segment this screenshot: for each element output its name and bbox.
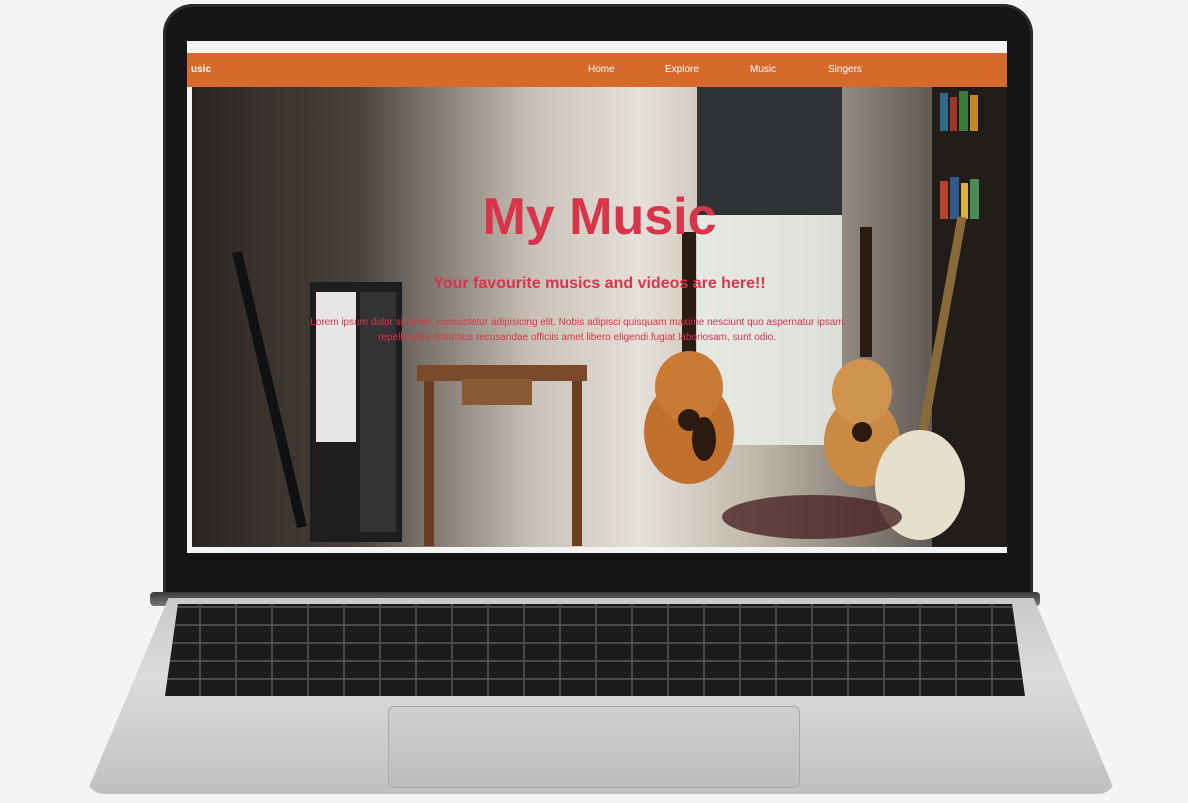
laptop-trackpad[interactable] (388, 706, 800, 788)
nav-item-explore[interactable]: Explore (665, 64, 699, 75)
nav-item-music[interactable]: Music (750, 64, 776, 75)
hero-description: Lorem ipsum dolor sit amet, consectetur … (310, 317, 844, 343)
nav-item-singers[interactable]: Singers (828, 64, 862, 75)
navbar: usic Home Explore Music Singers (187, 53, 1007, 87)
laptop-screen: usic Home Explore Music Singers My Music… (187, 41, 1007, 553)
laptop-keyboard (165, 604, 1025, 696)
hero-title: My Music (482, 188, 717, 246)
hero-subtitle: Your favourite musics and videos are her… (433, 275, 766, 292)
hero-section: My Music Your favourite musics and video… (192, 87, 1007, 547)
brand-logo[interactable]: usic (191, 64, 211, 75)
desk-shape (417, 365, 587, 381)
bass-guitar-shape (232, 250, 307, 529)
nav-item-home[interactable]: Home (588, 64, 615, 75)
